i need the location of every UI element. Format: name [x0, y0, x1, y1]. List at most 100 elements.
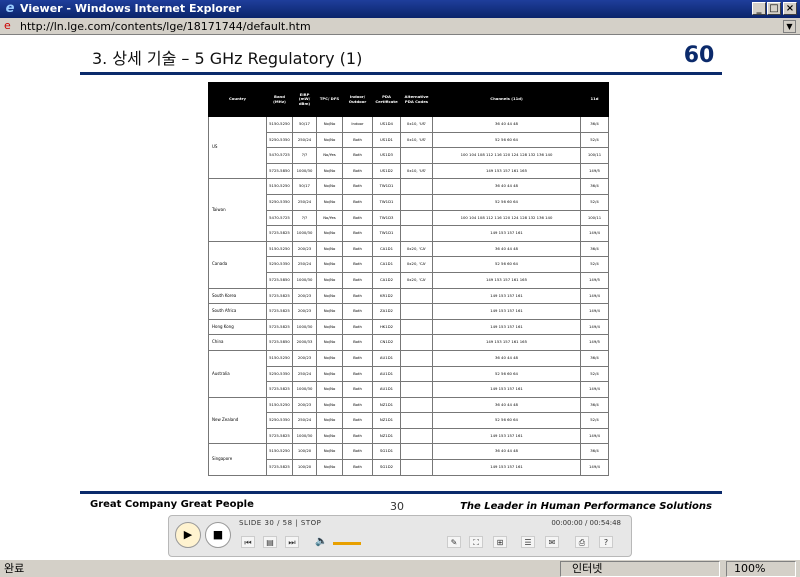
table-cell: Both [342, 287, 373, 305]
country-cell: China [208, 334, 267, 351]
column-header: Channels (11d) [432, 82, 581, 117]
table-cell: CN1D2 [372, 334, 401, 351]
table-row: Singapore 5150-5250 100/20 No/No Both SG1D1 36… [208, 443, 609, 476]
table-cell [400, 443, 433, 461]
table-cell: 36 40 44 48 [432, 349, 581, 367]
table-cell: 200/23 [292, 349, 317, 367]
country-cell: Singapore [208, 443, 267, 476]
table-cell: 52 56 60 64 [432, 131, 581, 149]
slide-title: 3. 상세 기술 – 5 GHz Regulatory (1) [92, 49, 363, 68]
table-cell: AU1D1 [372, 381, 401, 398]
table-cell: 100/11 [580, 147, 609, 164]
table-cell: TW1D1 [372, 193, 401, 211]
logo-number: 60 [683, 43, 715, 68]
table-cell: 100/20 [292, 459, 317, 476]
table-cell: 0x10, 'US' [400, 131, 433, 149]
column-header: Country [208, 82, 267, 117]
table-cell [400, 209, 433, 227]
table-row: 5470-5725 ?/? No/Yes Both US1D3 100 104 108 1… [209, 147, 609, 164]
table-row: 5725-5825 1000/30 No/No Both NZ1D1 149 153 15… [209, 427, 609, 445]
table-cell [400, 225, 433, 242]
minimize-button[interactable]: _ [752, 2, 766, 15]
volume-slider[interactable] [333, 542, 361, 545]
table-cell: 0x20, 'CA' [400, 271, 433, 289]
notes-icon[interactable]: ✉ [545, 536, 559, 548]
table-cell: No/No [316, 271, 343, 289]
table-cell: No/No [316, 365, 343, 383]
table-cell: US1D4 [372, 116, 401, 133]
table-cell: 52/4 [580, 193, 609, 211]
table-cell: Both [342, 381, 373, 398]
table-cell: 5470-5725 [266, 147, 293, 164]
play-button[interactable]: ▶ [175, 522, 201, 548]
table-cell: Both [342, 334, 373, 351]
table-cell: 5250-5350 [266, 412, 293, 429]
footer-slogan: Great Company Great People [90, 499, 254, 510]
outline-icon[interactable]: ☰ [521, 536, 535, 548]
table-cell: 36/4 [580, 116, 609, 133]
table-cell: KR1D2 [372, 287, 401, 305]
table-cell: 1000/30 [292, 162, 317, 180]
table-cell: 2000/33 [292, 334, 317, 351]
table-cell: 149 153 157 161 [432, 303, 581, 320]
stop-button[interactable]: ■ [205, 522, 231, 548]
table-cell: 149 153 157 161 165 [432, 162, 581, 180]
table-row: US 5150-5250 50/17 No/No Indoor US1D4 0x10, 'U… [208, 115, 609, 180]
table-cell: 5250-5350 [266, 193, 293, 211]
slide-player-controls: ▶ ■ SLIDE 30 / 58 | STOP 00:00:00 / 00:5… [168, 515, 632, 557]
table-cell [400, 365, 433, 383]
table-cell: 5470-5725 [266, 209, 293, 227]
table-cell: No/No [316, 303, 343, 320]
table-cell: No/No [316, 427, 343, 445]
table-row: 5725-5825 1000/30 No/No Both AU1D1 149 153 15… [209, 381, 609, 398]
table-row: New Zealand 5150-5250 200/23 No/No Both NZ1D1… [208, 396, 609, 445]
slide-list-icon[interactable]: ▤ [263, 536, 277, 548]
zoom-level[interactable]: 100% [734, 562, 765, 576]
table-cell: 5725-5850 [266, 334, 293, 351]
table-row: Canada 5150-5250 200/23 No/No Both CA1D1 0x20,… [208, 240, 609, 289]
column-header: 11d [580, 82, 609, 117]
table-row: 5250-5350 250/24 No/No Both CA1D1 0x20, 'CA' 5… [209, 256, 609, 273]
table-cell: 250/24 [292, 131, 317, 149]
table-cell: Both [342, 443, 373, 461]
table-cell: 5725-5850 [266, 162, 293, 180]
table-cell: 100/11 [580, 209, 609, 227]
table-cell: 36/4 [580, 349, 609, 367]
table-cell: 50/17 [292, 178, 317, 195]
table-cell: 52/4 [580, 256, 609, 273]
table-cell: 52/4 [580, 131, 609, 149]
pointer-tool-icon[interactable]: ✎ [447, 536, 461, 548]
fit-icon[interactable]: ⊞ [493, 536, 507, 548]
table-row: 5250-5350 250/24 No/No Both AU1D1 52 56 60 64… [209, 365, 609, 383]
table-row: Taiwan 5150-5250 50/17 No/No Both TW1D1 36 40 … [208, 178, 609, 242]
next-slide-icon[interactable]: ⏭ [285, 536, 299, 548]
url-field[interactable]: http://ln.lge.com/contents/lge/18171744/… [20, 20, 311, 33]
address-dropdown-button[interactable]: ▼ [783, 20, 796, 33]
table-cell: Both [342, 147, 373, 164]
title-divider [80, 72, 722, 75]
previous-slide-icon[interactable]: ⏮ [241, 536, 255, 548]
maximize-button[interactable]: □ [767, 2, 781, 15]
table-cell: 36 40 44 48 [432, 116, 581, 133]
table-cell: SG1D1 [372, 443, 401, 461]
table-cell: 200/23 [292, 240, 317, 258]
company-logo: 60 [682, 43, 716, 73]
table-cell: No/No [316, 162, 343, 180]
table-cell: 149 153 157 161 165 [432, 271, 581, 289]
table-row: 5725-5825 100/20 No/No Both SG1D2 149 153 157… [209, 459, 609, 476]
table-cell: 36/4 [580, 396, 609, 414]
print-icon[interactable]: ⎙ [575, 536, 589, 548]
close-button[interactable]: × [783, 2, 797, 15]
fullscreen-icon[interactable]: ⛶ [469, 536, 483, 548]
table-cell: 36 40 44 48 [432, 178, 581, 195]
table-cell: NZ1D1 [372, 427, 401, 445]
table-cell: 5150-5250 [266, 396, 293, 414]
table-cell: CA1D2 [372, 271, 401, 289]
help-icon[interactable]: ? [599, 536, 613, 548]
column-header: PDA Certificate [372, 82, 401, 117]
table-cell: No/No [316, 459, 343, 476]
table-cell: Indoor [342, 116, 373, 133]
table-cell: 149 153 157 161 [432, 287, 581, 305]
volume-icon[interactable]: 🔈 [315, 536, 327, 548]
column-header: Indoor/ Outdoor [342, 82, 373, 117]
